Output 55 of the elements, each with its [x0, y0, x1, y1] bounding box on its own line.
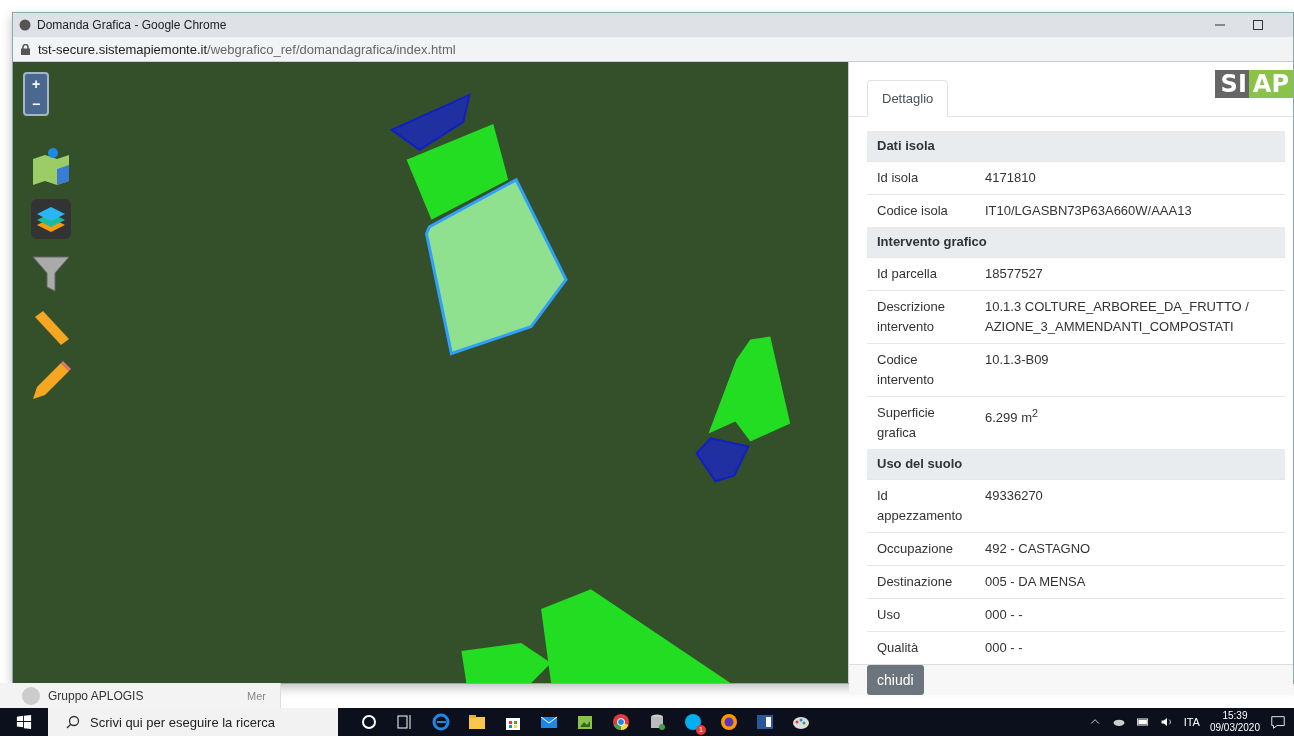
search-field[interactable]: Scrivi qui per eseguire la ricerca — [48, 708, 338, 736]
parcel-polygon[interactable] — [541, 589, 731, 683]
field-value: 4171810 — [975, 161, 1285, 195]
field-value: 005 - DA MENSA — [975, 565, 1285, 599]
field-label: Uso — [867, 598, 975, 632]
field-value: 18577527 — [975, 257, 1285, 291]
clock[interactable]: 15:39 09/03/2020 — [1209, 708, 1260, 736]
tab[interactable]: Dettaglio — [867, 80, 949, 117]
field-value: 49336270 — [975, 479, 1285, 533]
search-icon — [66, 715, 80, 729]
field-label: Occupazione — [867, 532, 975, 566]
section-header: Intervento grafico — [867, 227, 1285, 258]
sender-name: Gruppo APLOGIS — [48, 688, 144, 703]
map-pin-icon[interactable] — [31, 147, 71, 185]
window-title: Domanda Grafica - Google Chrome — [37, 18, 227, 32]
parcel-polygon[interactable] — [389, 93, 471, 152]
chrome-icon[interactable] — [612, 713, 630, 731]
windows-icon[interactable] — [16, 714, 32, 730]
lock-icon — [21, 43, 30, 55]
language-indicator[interactable]: ITA — [1183, 716, 1200, 728]
field-label: Descrizione intervento — [867, 290, 975, 344]
battery-icon[interactable] — [1135, 715, 1150, 729]
close-button[interactable]: chiudi — [867, 665, 924, 695]
funnel-icon[interactable] — [31, 253, 71, 293]
avatar — [22, 686, 40, 705]
notification-icon[interactable] — [1270, 714, 1286, 730]
layers-icon[interactable] — [31, 199, 71, 239]
parcel-polygon[interactable] — [406, 123, 509, 220]
parcel-polygon[interactable] — [708, 336, 791, 442]
speaker-icon[interactable] — [1159, 715, 1174, 729]
zoom-out-button[interactable]: − — [25, 94, 47, 114]
field-label: Id appezzamento — [867, 479, 975, 533]
field-label: Id isola — [867, 161, 975, 195]
notification-badge: 1 — [696, 725, 706, 735]
field-label: Codice intervento — [867, 343, 975, 397]
section-header: Dati isola — [867, 131, 1285, 162]
section-header: Uso del suolo — [867, 449, 1285, 480]
circle-icon[interactable] — [360, 713, 378, 731]
maximize-icon[interactable] — [1253, 20, 1263, 30]
field-value: 492 - CASTAGNO — [975, 532, 1285, 566]
message-day: Mer — [247, 688, 266, 703]
image-editor-icon[interactable] — [576, 713, 594, 731]
field-value: 000 - - — [975, 598, 1285, 632]
parcel-polygon[interactable] — [461, 643, 552, 683]
pencil-icon[interactable] — [31, 361, 71, 401]
selected-parcel-polygon[interactable] — [424, 177, 568, 356]
zoom-in-button[interactable]: + — [25, 74, 47, 94]
logo: SI AP — [1214, 70, 1293, 98]
word-icon[interactable] — [756, 713, 774, 731]
field-label: Destinazione — [867, 565, 975, 599]
task-view-icon[interactable] — [396, 713, 414, 731]
field-label: Id parcella — [867, 257, 975, 291]
field-value: 10.1.3 COLTURE_ARBOREE_DA_FRUTTO / AZIONE_3_AMMENDANTI_COMPOSTATI — [975, 290, 1285, 344]
field-value: 10.1.3-B09 — [975, 343, 1285, 397]
folder-icon[interactable] — [468, 713, 486, 731]
